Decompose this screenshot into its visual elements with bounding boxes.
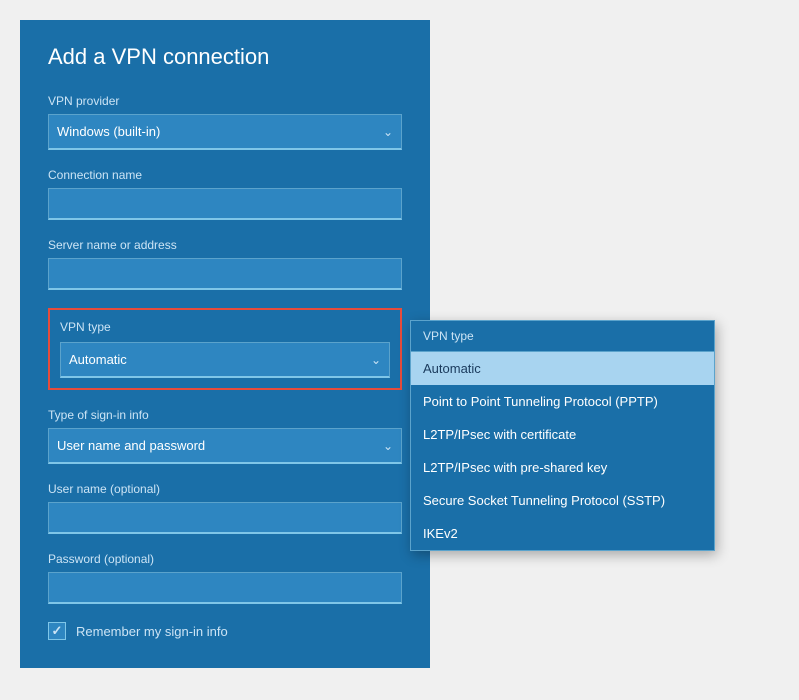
signin-type-value: User name and password (57, 438, 205, 453)
page-title: Add a VPN connection (48, 44, 402, 70)
vpn-type-value: Automatic (69, 352, 127, 367)
vpn-provider-group: VPN provider Windows (built-in) ⌄ (48, 94, 402, 150)
checkmark-icon: ✓ (52, 623, 63, 639)
remember-label: Remember my sign-in info (76, 624, 228, 639)
username-input[interactable] (48, 502, 402, 534)
page-container: Add a VPN connection VPN provider Window… (20, 20, 779, 700)
signin-type-chevron-icon: ⌄ (383, 439, 393, 453)
username-group: User name (optional) (48, 482, 402, 534)
server-name-group: Server name or address (48, 238, 402, 290)
vpn-provider-label: VPN provider (48, 94, 402, 108)
vpn-type-option-pptp[interactable]: Point to Point Tunneling Protocol (PPTP) (411, 385, 714, 418)
vpn-type-label: VPN type (60, 320, 390, 334)
vpn-type-option-automatic[interactable]: Automatic (411, 352, 714, 385)
vpn-type-option-ikev2[interactable]: IKEv2 (411, 517, 714, 550)
remember-signin-row[interactable]: ✓ Remember my sign-in info (48, 622, 402, 640)
username-label: User name (optional) (48, 482, 402, 496)
remember-checkbox[interactable]: ✓ (48, 622, 66, 640)
signin-type-group: Type of sign-in info User name and passw… (48, 408, 402, 464)
connection-name-input[interactable] (48, 188, 402, 220)
password-input[interactable] (48, 572, 402, 604)
popup-header: VPN type (411, 321, 714, 352)
vpn-type-option-l2tp-cert[interactable]: L2TP/IPsec with certificate (411, 418, 714, 451)
password-label: Password (optional) (48, 552, 402, 566)
vpn-type-option-l2tp-psk[interactable]: L2TP/IPsec with pre-shared key (411, 451, 714, 484)
signin-type-dropdown[interactable]: User name and password ⌄ (48, 428, 402, 464)
connection-name-group: Connection name (48, 168, 402, 220)
vpn-type-dropdown[interactable]: Automatic ⌄ (60, 342, 390, 378)
vpn-provider-dropdown[interactable]: Windows (built-in) ⌄ (48, 114, 402, 150)
vpn-type-popup: VPN type Automatic Point to Point Tunnel… (410, 320, 715, 551)
vpn-type-chevron-icon: ⌄ (371, 353, 381, 367)
server-name-input[interactable] (48, 258, 402, 290)
vpn-panel: Add a VPN connection VPN provider Window… (20, 20, 430, 668)
vpn-type-option-sstp[interactable]: Secure Socket Tunneling Protocol (SSTP) (411, 484, 714, 517)
server-label: Server name or address (48, 238, 402, 252)
connection-name-label: Connection name (48, 168, 402, 182)
vpn-provider-chevron-icon: ⌄ (383, 125, 393, 139)
signin-type-label: Type of sign-in info (48, 408, 402, 422)
vpn-provider-value: Windows (built-in) (57, 124, 160, 139)
vpn-type-group: VPN type Automatic ⌄ (48, 308, 402, 390)
password-group: Password (optional) (48, 552, 402, 604)
